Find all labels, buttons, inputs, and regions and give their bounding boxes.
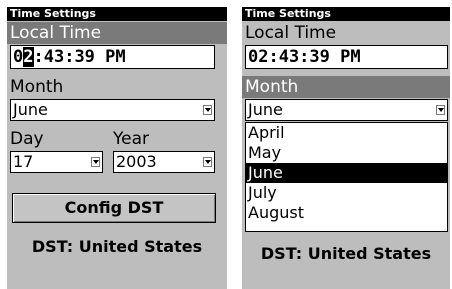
day-dropdown[interactable]: 17 [10, 151, 103, 173]
config-dst-button[interactable]: Config DST [12, 193, 216, 223]
chevron-down-icon[interactable] [91, 157, 100, 167]
chevron-down-icon[interactable] [203, 157, 212, 167]
local-time-label: Local Time [245, 23, 337, 43]
year-dropdown-value: 2003 [116, 152, 157, 171]
time-settings-screen-right: Time Settings Local Time 02:43:39 PM Mon… [242, 7, 450, 289]
screen-title: Time Settings [242, 7, 450, 21]
month-dropdown-value: June [13, 100, 48, 119]
month-option-april[interactable]: April [246, 123, 447, 143]
dst-status: DST: United States [31, 237, 203, 256]
month-dropdown-value: June [248, 100, 283, 119]
month-option-june[interactable]: June [246, 163, 447, 183]
month-option-july[interactable]: July [246, 183, 447, 203]
local-time-field[interactable]: 02:43:39 PM [10, 45, 215, 69]
day-dropdown-value: 17 [13, 152, 34, 171]
screen-title: Time Settings [7, 7, 227, 21]
month-option-may[interactable]: May [246, 143, 447, 163]
month-label: Month [242, 76, 450, 98]
dst-status: DST: United States [260, 244, 432, 263]
local-time-value: 02:43:39 PM [248, 47, 361, 67]
year-dropdown[interactable]: 2003 [113, 151, 215, 173]
local-time-field[interactable]: 02:43:39 PM [245, 45, 448, 69]
time-settings-screen-left: Time Settings Local Time 02:43:39 PM Mon… [7, 7, 227, 289]
year-label: Year [113, 129, 149, 149]
month-options-list[interactable]: April May June July August [245, 122, 448, 232]
chevron-down-icon[interactable] [203, 105, 212, 115]
time-digit-before-cursor: 0 [13, 47, 24, 67]
month-dropdown[interactable]: June [10, 99, 215, 121]
day-label: Day [10, 129, 44, 149]
time-digits-after-cursor: :43:39 PM [33, 47, 126, 67]
time-edit-cursor[interactable]: 2 [23, 47, 34, 67]
local-time-label: Local Time [7, 22, 227, 44]
month-dropdown[interactable]: June [245, 99, 448, 121]
month-label: Month [10, 77, 64, 97]
month-option-august[interactable]: August [246, 203, 447, 223]
chevron-down-icon[interactable] [436, 105, 445, 115]
